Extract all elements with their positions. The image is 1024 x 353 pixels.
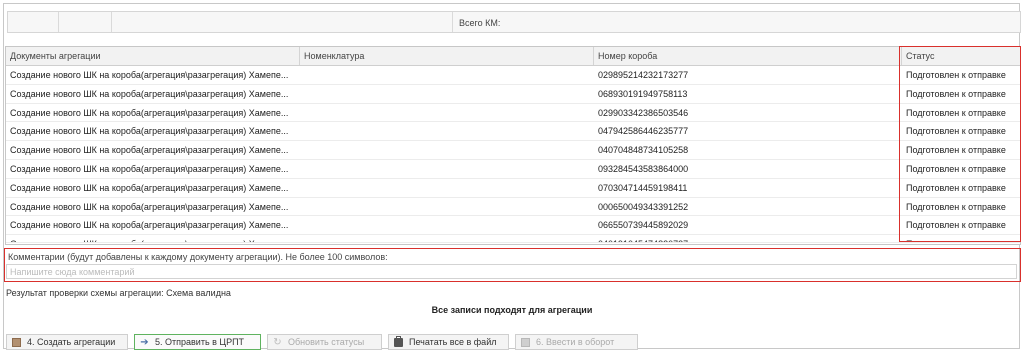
cell-document: Создание нового ШК на короба(агрегация\р… <box>10 201 289 212</box>
cell-nomenclature <box>300 216 594 234</box>
table-header: Документы агрегации Номенклатура Номер к… <box>6 47 1020 66</box>
print-all-to-file-button[interactable]: Печатать все в файл <box>388 334 509 350</box>
summary-total-cell: Всего КМ: <box>453 12 1020 32</box>
cell-status: Подготовлен к отправке <box>906 70 1006 80</box>
cell-nomenclature <box>300 198 594 216</box>
arrow-right-icon: ➔ <box>140 336 149 348</box>
cell-box-number: 068930191949758113 <box>598 88 688 99</box>
cell-box-number: 040191045474820737 <box>594 235 902 242</box>
send-to-crpt-label: 5. Отправить в ЦРПТ <box>155 337 245 347</box>
refresh-icon: ↻ <box>273 336 282 348</box>
cell-nomenclature <box>300 160 594 178</box>
cell-box-number: 000650049343391252 <box>598 201 689 212</box>
cell-document: Создание нового ШК на короба(агрегация\р… <box>10 88 289 99</box>
cell-box-number: 040704848734105258 <box>598 145 689 156</box>
send-to-crpt-button[interactable]: ➔ 5. Отправить в ЦРПТ <box>134 334 261 350</box>
cell-box-number: 029895214232173277 <box>598 70 689 80</box>
cell-document: Создание нового ШК на короба(агрегация\р… <box>6 235 300 242</box>
column-header-status[interactable]: Статус <box>902 47 1020 65</box>
summary-cell <box>59 12 112 32</box>
cell-status: Подготовлен к отправке <box>906 145 1006 156</box>
column-header-box-number[interactable]: Номер короба <box>594 47 902 65</box>
cell-document: Создание нового ШК на короба(агрегация\р… <box>10 182 289 193</box>
table-row[interactable]: Создание нового ШК на короба(агрегация\р… <box>6 122 1020 142</box>
cell-nomenclature <box>300 122 594 140</box>
column-header-documents[interactable]: Документы агрегации <box>6 47 300 65</box>
refresh-statuses-label: Обновить статусы <box>288 337 365 347</box>
create-aggregations-label: 4. Создать агрегации <box>27 337 116 347</box>
cell-nomenclature <box>300 66 594 84</box>
create-aggregations-button[interactable]: 4. Создать агрегации <box>6 334 128 350</box>
cell-document: Создание нового ШК на короба(агрегация\р… <box>10 145 289 156</box>
aggregation-table[interactable]: Документы агрегации Номенклатура Номер к… <box>5 46 1021 245</box>
table-row[interactable]: Создание нового ШК на короба(агрегация\р… <box>6 198 1020 217</box>
cell-box-number: 047942586446235777 <box>598 126 689 137</box>
cell-status: Подготовлен к отправке <box>902 235 1020 242</box>
cell-status: Подготовлен к отправке <box>906 88 1006 99</box>
comment-label: Комментарии (будут добавлены к каждому д… <box>8 252 388 262</box>
all-records-ok-message: Все записи подходят для агрегации <box>431 305 593 315</box>
table-row[interactable]: Создание нового ШК на короба(агрегация\р… <box>6 216 1020 236</box>
summary-bar: Всего КМ: <box>7 11 1021 33</box>
box-icon <box>12 337 21 347</box>
cell-document: Создание нового ШК на короба(агрегация\р… <box>10 70 289 80</box>
cell-document: Создание нового ШК на короба(агрегация\р… <box>10 163 289 174</box>
summary-cell <box>8 12 59 32</box>
table-row[interactable]: Создание нового ШК на короба(агрегация\р… <box>6 104 1020 123</box>
column-header-nomenclature[interactable]: Номенклатура <box>300 47 594 65</box>
cell-nomenclature <box>300 235 594 242</box>
cell-nomenclature <box>300 104 594 122</box>
comment-input[interactable] <box>6 264 1017 279</box>
cell-box-number: 029903342386503546 <box>598 107 689 118</box>
put-into-circulation-button[interactable]: 6. Ввести в оборот <box>515 334 638 350</box>
table-row[interactable]: Создание нового ШК на короба(агрегация\р… <box>6 235 1020 244</box>
scheme-validation-result: Результат проверки схемы агрегации: Схем… <box>6 288 231 298</box>
put-into-circulation-label: 6. Ввести в оборот <box>536 337 615 347</box>
table-row[interactable]: Создание нового ШК на короба(агрегация\р… <box>6 179 1020 198</box>
cell-nomenclature <box>300 85 594 103</box>
cell-status: Подготовлен к отправке <box>906 220 1006 231</box>
cell-nomenclature <box>300 179 594 197</box>
cell-status: Подготовлен к отправке <box>906 201 1006 212</box>
cell-nomenclature <box>300 141 594 159</box>
total-km-label: Всего КМ: <box>459 18 501 28</box>
cell-document: Создание нового ШК на короба(агрегация\р… <box>10 107 289 118</box>
printer-icon <box>394 335 403 347</box>
cell-status: Подготовлен к отправке <box>906 182 1006 193</box>
comment-section: Комментарии (будут добавлены к каждому д… <box>4 248 1021 282</box>
cell-box-number: 093284543583864000 <box>598 163 689 174</box>
print-all-to-file-label: Печатать все в файл <box>409 337 497 347</box>
refresh-statuses-button[interactable]: ↻ Обновить статусы <box>267 334 382 350</box>
cell-status: Подготовлен к отправке <box>906 126 1006 137</box>
table-body: Создание нового ШК на короба(агрегация\р… <box>6 66 1020 244</box>
table-row[interactable]: Создание нового ШК на короба(агрегация\р… <box>6 85 1020 104</box>
cell-status: Подготовлен к отправке <box>906 107 1006 118</box>
cell-box-number: 066550739445892029 <box>598 220 689 231</box>
table-row[interactable]: Создание нового ШК на короба(агрегация\р… <box>6 141 1020 160</box>
cell-document: Создание нового ШК на короба(агрегация\р… <box>10 126 289 137</box>
table-row[interactable]: Создание нового ШК на короба(агрегация\р… <box>6 160 1020 179</box>
cell-status: Подготовлен к отправке <box>906 163 1006 174</box>
document-icon <box>521 337 530 347</box>
cell-box-number: 070304714459198411 <box>598 182 688 193</box>
cell-document: Создание нового ШК на короба(агрегация\р… <box>10 220 289 231</box>
action-toolbar: 4. Создать агрегации ➔ 5. Отправить в ЦР… <box>6 334 644 350</box>
summary-cell <box>112 12 453 32</box>
table-row[interactable]: Создание нового ШК на короба(агрегация\р… <box>6 66 1020 85</box>
